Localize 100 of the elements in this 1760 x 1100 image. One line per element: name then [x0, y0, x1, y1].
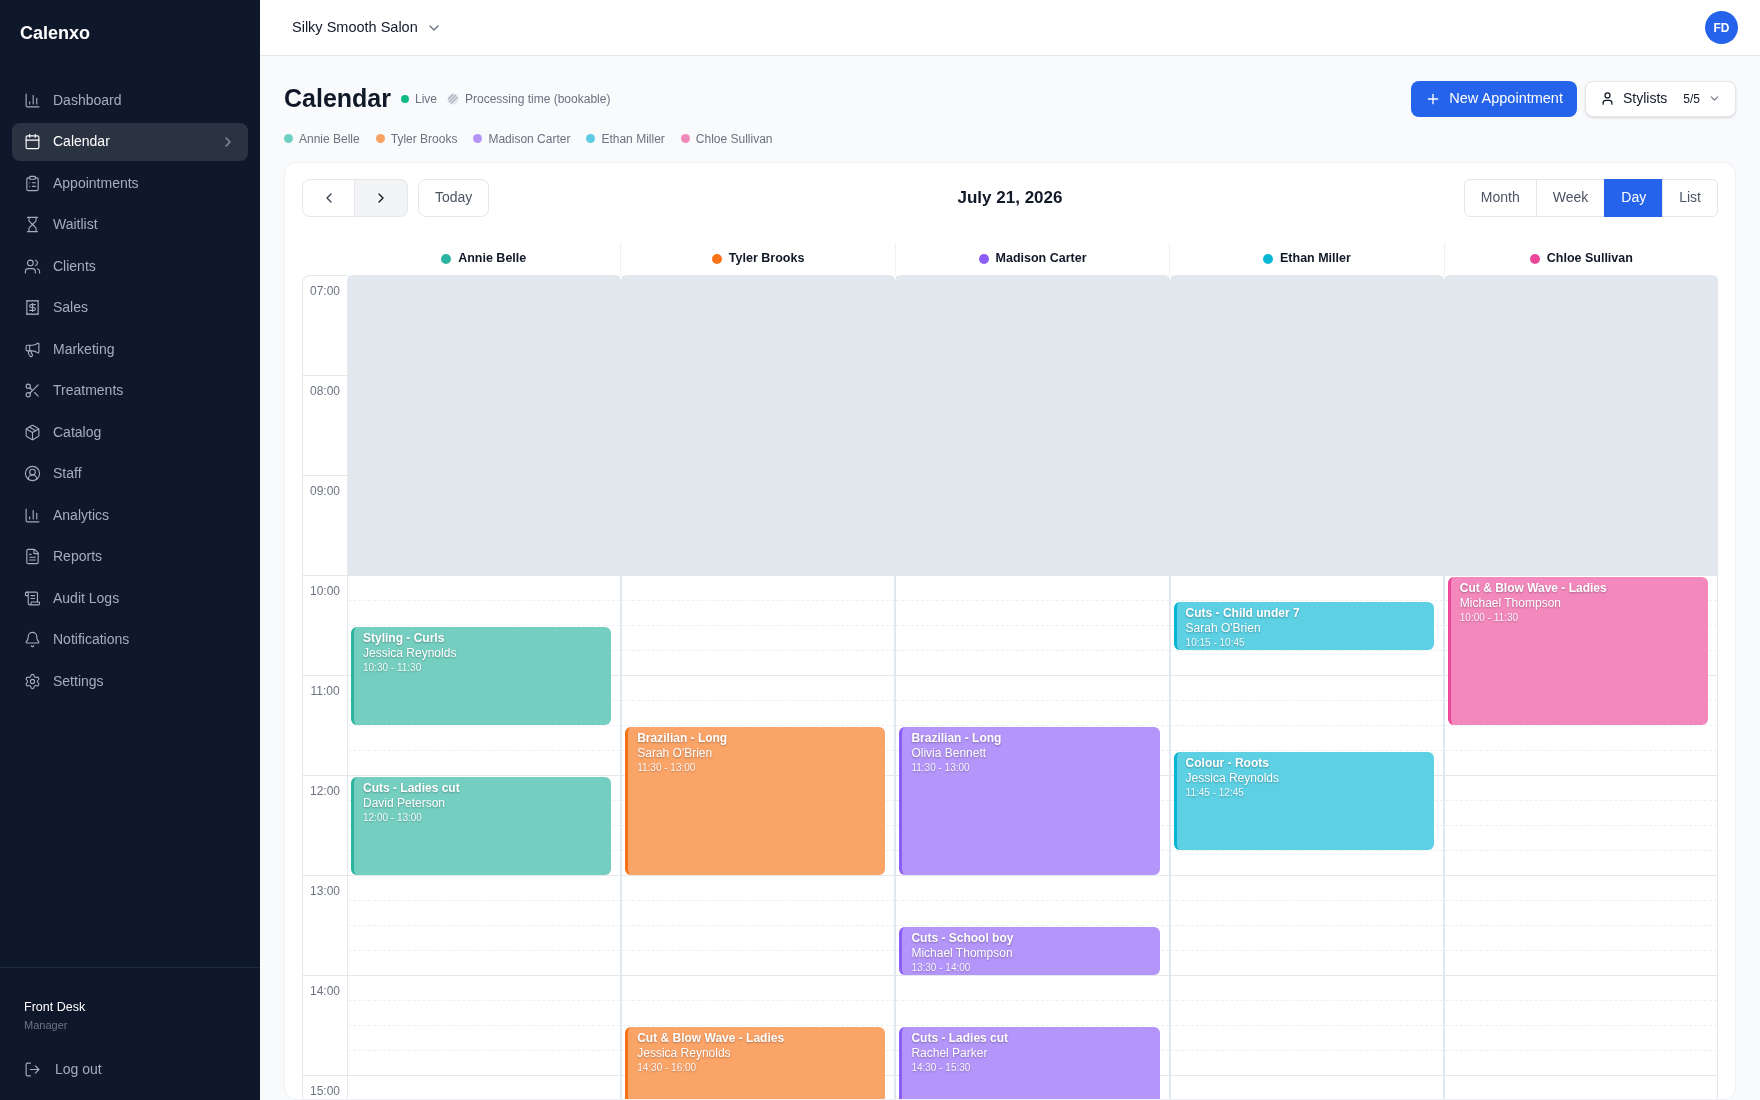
hour-label: 09:00: [310, 483, 340, 498]
bell-icon: [24, 631, 41, 648]
column-header: Chloe Sullivan: [1546, 250, 1633, 268]
package-icon: [24, 423, 41, 441]
user-avatar[interactable]: FD: [1705, 11, 1738, 44]
sidebar-item[interactable]: Reports: [12, 537, 248, 576]
user-icon: [1599, 91, 1615, 107]
service-name: Colour - Roots: [1185, 754, 1270, 771]
new-appointment-button[interactable]: New Appointment: [1411, 80, 1577, 117]
client-name: Olivia Bennett: [911, 745, 988, 761]
hour-label: 12:00: [310, 783, 340, 798]
client-name: Rachel Parker: [911, 1045, 989, 1061]
sidebar-item[interactable]: Notifications: [12, 620, 248, 659]
sidebar-item[interactable]: Appointments: [12, 164, 248, 202]
time-range: 11:30 - 13:00: [911, 760, 971, 774]
stylist-name: Tyler Brooks: [390, 130, 458, 148]
view-tab[interactable]: Week: [1535, 178, 1606, 217]
view-tab[interactable]: List: [1662, 178, 1718, 217]
users-icon: [24, 257, 41, 275]
user-role: Manager: [24, 1017, 69, 1033]
time-range: 10:15 - 10:45: [1185, 635, 1246, 649]
service-name: Cuts - Ladies cut: [911, 1029, 1010, 1046]
live-label: Live: [415, 90, 437, 108]
stylist-name: Chloe Sullivan: [695, 130, 773, 148]
brand-logo: Calenxo: [20, 23, 91, 43]
service-name: Cuts - School boy: [911, 929, 1015, 946]
column-header: Tyler Brooks: [728, 250, 805, 268]
time-range: 10:30 - 11:30: [363, 660, 423, 674]
hour-label: 11:00: [310, 683, 340, 698]
next-button[interactable]: [355, 178, 408, 217]
client-name: Jessica Reynolds: [637, 1045, 732, 1061]
page-title: Calendar: [284, 83, 391, 114]
settings-icon: [24, 672, 41, 690]
service-name: Cuts - Ladies cut: [363, 779, 461, 796]
view-tab[interactable]: Day: [1604, 178, 1664, 217]
service-name: Brazilian - Long: [637, 729, 729, 746]
hour-label: 08:00: [310, 383, 340, 398]
scissors-icon: [24, 382, 41, 399]
client-name: Michael Thompson: [1459, 595, 1562, 611]
time-range: 13:30 - 14:00: [911, 960, 972, 974]
client-name: Jessica Reynolds: [1185, 770, 1280, 786]
client-name: Jessica Reynolds: [363, 645, 458, 661]
stylist-name: Annie Belle: [299, 130, 360, 148]
stylists-count: 5/5: [1683, 90, 1700, 108]
stylist-name: Ethan Miller: [601, 130, 665, 148]
time-range: 14:30 - 16:00: [637, 1060, 698, 1074]
time-range: 10:00 - 11:30: [1459, 610, 1519, 624]
time-range: 11:30 - 13:00: [637, 760, 697, 774]
sidebar-item[interactable]: Waitlist: [12, 205, 248, 244]
processing-label: Processing time (bookable): [465, 90, 611, 108]
user-circle-icon: [24, 465, 41, 482]
logout-icon: [24, 1061, 41, 1078]
hour-label: 13:00: [310, 883, 340, 898]
sidebar-item[interactable]: Marketing: [12, 330, 248, 368]
sidebar-item[interactable]: Analytics: [12, 496, 248, 534]
sidebar-item[interactable]: Audit Logs: [12, 579, 248, 617]
logout-link[interactable]: Log out: [24, 1059, 236, 1080]
service-name: Cut & Blow Wave - Ladies: [637, 1029, 786, 1046]
client-name: David Peterson: [363, 795, 447, 811]
service-name: Styling - Curls: [363, 629, 446, 646]
stylists-dropdown[interactable]: Stylists 5/5: [1584, 80, 1736, 117]
stylist-name: Madison Carter: [488, 130, 571, 148]
sidebar-item[interactable]: Treatments: [12, 371, 248, 410]
column-header: Madison Carter: [995, 250, 1087, 268]
sidebar-item[interactable]: Catalog: [12, 413, 248, 451]
user-name: Front Desk: [24, 998, 87, 1016]
sidebar-item[interactable]: Sales: [12, 288, 248, 327]
hour-label: 15:00: [310, 1083, 340, 1098]
client-name: Sarah O'Brien: [1185, 620, 1262, 636]
service-name: Cut & Blow Wave - Ladies: [1459, 579, 1608, 596]
today-button[interactable]: Today: [418, 178, 490, 217]
bar-chart-icon: [24, 506, 41, 524]
hour-label: 10:00: [310, 583, 340, 598]
service-name: Brazilian - Long: [911, 729, 1003, 746]
hour-label: 07:00: [310, 283, 340, 298]
column-header: Annie Belle: [458, 250, 527, 268]
view-tab[interactable]: Month: [1463, 178, 1537, 217]
column-header: Ethan Miller: [1280, 250, 1351, 268]
sidebar-item[interactable]: Staff: [12, 454, 248, 493]
time-range: 11:45 - 12:45: [1185, 785, 1245, 799]
previous-button[interactable]: [302, 178, 355, 217]
sidebar-item[interactable]: Calendar: [12, 122, 248, 161]
sidebar-item[interactable]: Clients: [12, 247, 248, 285]
clipboard-icon: [24, 174, 41, 192]
striped-circle-icon: [447, 92, 459, 105]
service-name: Cuts - Child under 7: [1185, 604, 1301, 621]
bar-chart-icon: [24, 91, 41, 109]
sidebar-item[interactable]: Settings: [12, 662, 248, 700]
salon-selector[interactable]: Silky Smooth Salon: [292, 16, 442, 39]
calendar-icon: [24, 133, 41, 150]
hour-label: 14:00: [310, 983, 340, 998]
receipt-icon: [24, 299, 41, 316]
client-name: Sarah O'Brien: [637, 745, 714, 761]
megaphone-icon: [24, 340, 41, 358]
hourglass-icon: [24, 216, 41, 233]
current-date: July 21, 2026: [957, 186, 1063, 209]
stylists-label: Stylists: [1622, 89, 1668, 109]
time-range: 12:00 - 13:00: [363, 810, 423, 824]
sidebar-item[interactable]: Dashboard: [12, 81, 248, 119]
client-name: Michael Thompson: [911, 945, 1014, 961]
